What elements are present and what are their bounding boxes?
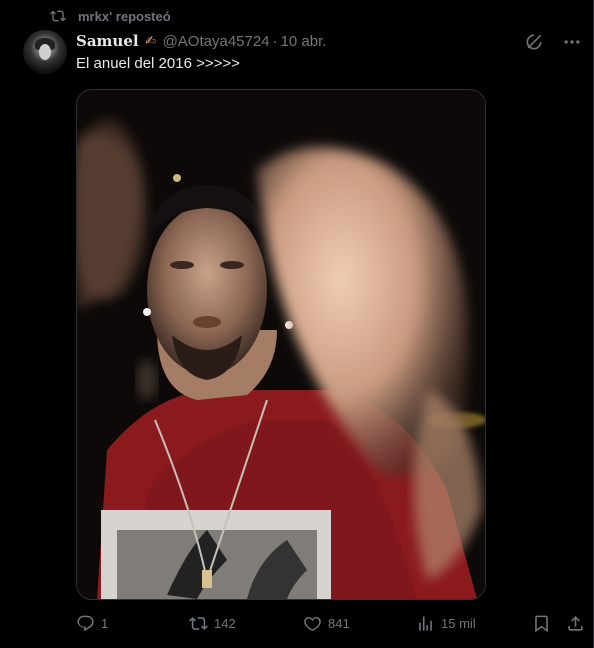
bookmark-button[interactable] — [532, 611, 551, 635]
video-frame — [77, 90, 485, 599]
reply-icon — [77, 615, 94, 631]
repost-count: 142 — [214, 615, 236, 631]
heart-icon — [304, 616, 321, 631]
reply-button[interactable]: 1 — [76, 611, 108, 635]
share-icon — [568, 615, 583, 631]
tweet-top-actions — [524, 32, 582, 52]
bookmark-icon — [535, 615, 548, 632]
repost-icon — [189, 616, 208, 630]
tweet-date[interactable]: 10 abr. — [281, 33, 327, 50]
more-icon[interactable] — [562, 32, 582, 52]
grok-icon[interactable] — [524, 32, 544, 52]
author-name[interactable]: Samuel — [76, 32, 139, 50]
view-count: 15 mil — [441, 615, 476, 631]
tweet-video[interactable] — [76, 89, 486, 600]
tweet-actions: 1 142 841 15 mil — [76, 611, 586, 635]
repost-button[interactable]: 142 — [189, 611, 236, 635]
social-context-label: mrkx' reposteó — [78, 8, 171, 24]
share-button[interactable] — [566, 611, 585, 635]
views-icon — [419, 615, 432, 631]
separator-dot: · — [272, 32, 278, 50]
author-handle[interactable]: @AOtaya45724 — [163, 33, 270, 50]
avatar[interactable] — [23, 30, 67, 74]
reply-count: 1 — [101, 615, 109, 631]
like-button[interactable]: 841 — [303, 611, 350, 635]
tweet-text: El anuel del 2016 >>>>> — [76, 55, 240, 72]
views-button[interactable]: 15 mil — [416, 611, 476, 635]
repost-icon — [50, 10, 66, 22]
writing-hand-emoji: ✍ — [145, 33, 157, 48]
like-count: 841 — [328, 615, 350, 631]
social-context[interactable]: mrkx' reposteó — [50, 6, 171, 26]
tweet-header: Samuel ✍ @AOtaya45724 · 10 abr. — [76, 30, 326, 52]
